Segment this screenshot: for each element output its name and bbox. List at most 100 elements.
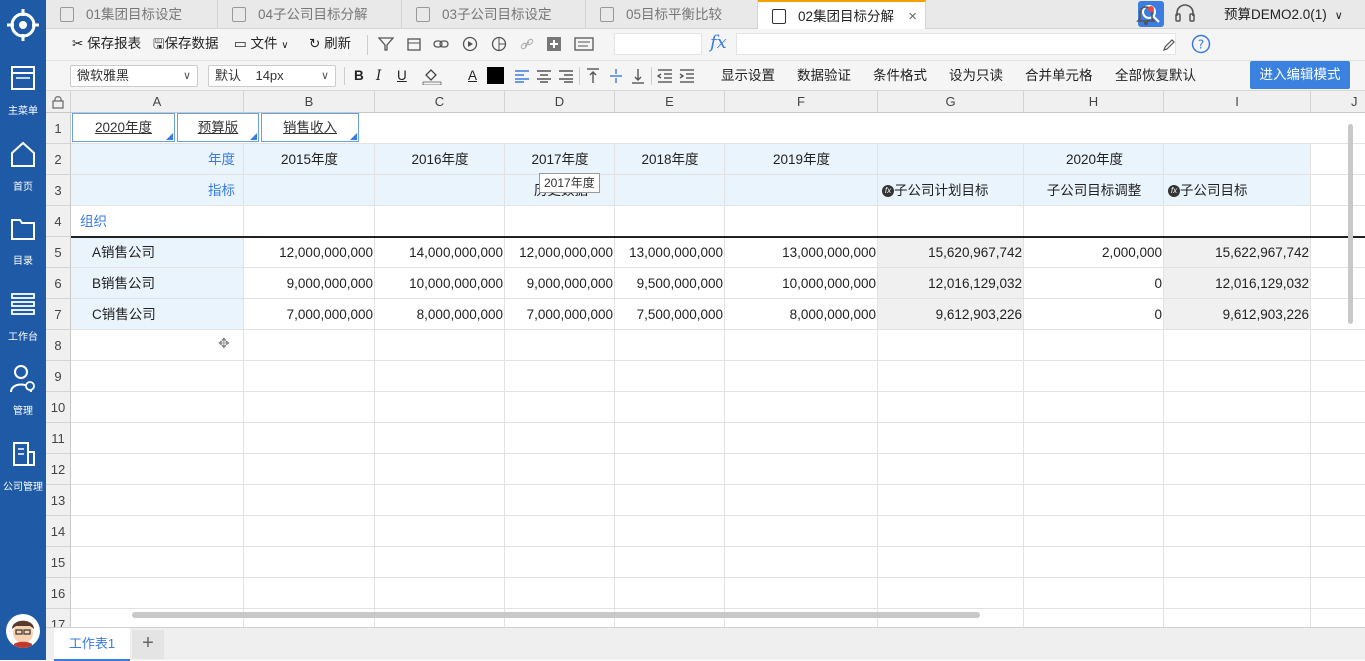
calendar-icon[interactable] — [406, 36, 422, 52]
bold-button[interactable]: B — [354, 61, 364, 91]
data-cell[interactable]: 0 — [1024, 299, 1164, 330]
column-header[interactable]: B — [244, 91, 375, 113]
sidebar-item-main-menu[interactable]: 主菜单 — [0, 64, 46, 124]
display-settings-button[interactable]: 显示设置 — [721, 61, 775, 91]
row-header[interactable]: 13 — [46, 485, 71, 516]
column-header[interactable]: J — [1311, 91, 1365, 113]
org-name[interactable]: C销售公司 — [92, 299, 242, 330]
formula-input[interactable] — [736, 33, 1176, 55]
align-right-icon[interactable] — [558, 69, 574, 83]
sheet-tab[interactable]: 工作表1 — [54, 628, 130, 661]
set-readonly-button[interactable]: 设为只读 — [949, 61, 1003, 91]
tab-02-active[interactable]: 02集团目标分解 × — [758, 0, 926, 30]
filter-icon[interactable] — [378, 36, 394, 52]
close-icon[interactable]: × — [908, 2, 917, 31]
sidebar-item-catalog[interactable]: 目录 — [0, 214, 46, 274]
column-header[interactable]: C — [375, 91, 505, 113]
row-header[interactable]: 4 — [46, 206, 71, 237]
row-header[interactable]: 2 — [46, 144, 71, 175]
row-header[interactable]: 7 — [46, 299, 71, 330]
row-header[interactable]: 1 — [46, 113, 71, 144]
valign-top-icon[interactable] — [586, 68, 600, 84]
data-cell[interactable]: 15,620,967,742 — [878, 237, 1024, 268]
data-cell[interactable]: 15,622,967,742 — [1164, 237, 1311, 268]
data-cell[interactable]: 8,000,000,000 — [375, 299, 505, 330]
save-report-button[interactable]: ✂ 保存报表 — [72, 29, 141, 59]
data-cell[interactable]: 12,016,129,032 — [878, 268, 1024, 299]
bell-icon[interactable] — [1136, 4, 1156, 26]
column-header[interactable]: H — [1024, 91, 1164, 113]
data-cell[interactable]: 7,000,000,000 — [505, 299, 615, 330]
column-header[interactable]: D — [505, 91, 615, 113]
chart-pie-icon[interactable] — [491, 36, 507, 52]
data-cell[interactable]: 9,500,000,000 — [615, 268, 725, 299]
align-left-icon[interactable] — [514, 69, 530, 83]
valign-middle-icon[interactable] — [609, 68, 623, 84]
restore-defaults-button[interactable]: 全部恢复默认 — [1115, 61, 1196, 91]
vertical-scrollbar[interactable] — [1348, 124, 1353, 324]
sidebar-item-company[interactable]: 公司管理 — [0, 440, 46, 500]
column-header[interactable]: F — [725, 91, 878, 113]
avatar[interactable] — [6, 614, 40, 648]
link-icon[interactable] — [433, 36, 449, 52]
data-cell[interactable]: 10,000,000,000 — [375, 268, 505, 299]
text-box-icon[interactable] — [574, 36, 594, 52]
row-header[interactable]: 3 — [46, 175, 71, 206]
hyperlink-icon[interactable] — [519, 36, 535, 52]
conditional-format-button[interactable]: 条件格式 — [873, 61, 927, 91]
sidebar-item-admin[interactable]: 管理 — [0, 364, 46, 424]
org-name[interactable]: A销售公司 — [92, 237, 242, 268]
headset-icon[interactable] — [1174, 3, 1196, 25]
data-cell[interactable]: 9,612,903,226 — [1164, 299, 1311, 330]
fx-icon[interactable]: fx — [710, 32, 727, 53]
insert-comment-icon[interactable] — [546, 36, 562, 52]
row-header[interactable]: 17 — [46, 609, 71, 627]
logo-icon[interactable] — [6, 8, 40, 42]
data-cell[interactable]: 12,000,000,000 — [505, 237, 615, 268]
org-name[interactable]: B销售公司 — [92, 268, 242, 299]
file-menu-button[interactable]: ▭ 文件 ∨ — [234, 29, 289, 59]
user-menu[interactable]: 预算DEMO2.0(1) ∨ — [1224, 0, 1343, 31]
filter-metric[interactable]: 销售收入 — [261, 113, 359, 142]
row-header[interactable]: 8 — [46, 330, 71, 361]
font-color-swatch[interactable] — [487, 67, 504, 84]
tab-05[interactable]: 05目标平衡比较 — [586, 0, 758, 29]
fill-color-icon[interactable] — [422, 67, 442, 85]
data-cell[interactable]: 2,000,000 — [1024, 237, 1164, 268]
enter-edit-mode-button[interactable]: 进入编辑模式 — [1250, 61, 1350, 89]
data-cell[interactable]: 13,000,000,000 — [725, 237, 878, 268]
align-center-icon[interactable] — [536, 69, 552, 83]
row-header[interactable]: 15 — [46, 547, 71, 578]
data-cell[interactable]: 0 — [1024, 268, 1164, 299]
row-header[interactable]: 11 — [46, 423, 71, 454]
cell-reference-input[interactable] — [614, 33, 702, 55]
row-header[interactable]: 9 — [46, 361, 71, 392]
data-cell[interactable]: 13,000,000,000 — [615, 237, 725, 268]
row-header[interactable]: 5 — [46, 237, 71, 268]
data-validation-button[interactable]: 数据验证 — [797, 61, 851, 91]
tab-01[interactable]: 01集团目标设定 — [46, 0, 218, 29]
sidebar-item-home[interactable]: 首页 — [0, 140, 46, 200]
italic-button[interactable]: I — [376, 61, 381, 91]
row-header[interactable]: 12 — [46, 454, 71, 485]
data-cell[interactable]: 7,000,000,000 — [244, 299, 375, 330]
horizontal-scrollbar[interactable] — [132, 612, 980, 618]
data-cell[interactable]: 14,000,000,000 — [375, 237, 505, 268]
column-header[interactable]: G — [878, 91, 1024, 113]
row-header[interactable]: 10 — [46, 392, 71, 423]
data-cell[interactable]: 9,000,000,000 — [505, 268, 615, 299]
data-cell[interactable]: 12,016,129,032 — [1164, 268, 1311, 299]
sidebar-item-workbench[interactable]: 工作台 — [0, 290, 46, 350]
play-icon[interactable] — [462, 36, 478, 52]
add-sheet-button[interactable]: + — [132, 630, 164, 659]
font-family-select[interactable]: 微软雅黑 ∨ — [70, 65, 198, 87]
save-data-button[interactable]: 🖫保存数据 — [153, 29, 219, 59]
data-cell[interactable]: 12,000,000,000 — [244, 237, 375, 268]
column-header[interactable]: E — [615, 91, 725, 113]
data-cell[interactable]: 7,500,000,000 — [615, 299, 725, 330]
row-header[interactable]: 16 — [46, 578, 71, 609]
font-size-select[interactable]: 默认 14px ∨ — [208, 65, 336, 87]
underline-button[interactable]: U — [397, 61, 407, 91]
filter-year[interactable]: 2020年度 — [72, 113, 175, 142]
font-color-button[interactable]: A — [468, 61, 477, 91]
